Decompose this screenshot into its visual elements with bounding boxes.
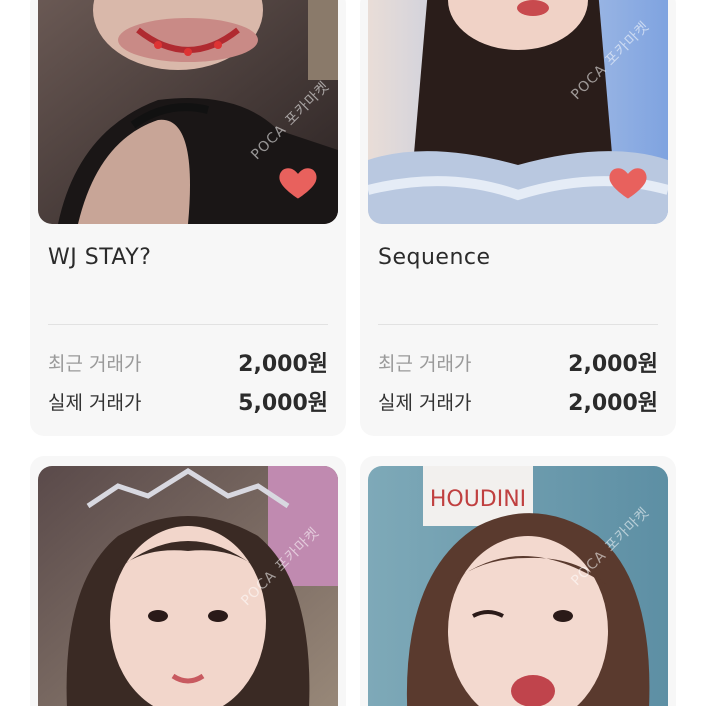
photocard-image[interactable]: HOUDINI POCA 포카마켓	[368, 466, 668, 706]
recent-price-value: 2,000원	[568, 352, 658, 377]
actual-price-label: 실제 거래가	[378, 391, 472, 414]
photocard-item[interactable]: POCA 포카마켓 Sequence 최근 거래가 2,000원 실제 거래가 …	[360, 0, 676, 436]
recent-price-row: 최근 거래가 2,000원	[48, 347, 328, 377]
photocard-image[interactable]: POCA 포카마켓	[38, 466, 338, 706]
actual-price-row: 실제 거래가 5,000원	[48, 386, 328, 416]
photocard-item[interactable]: POCA 포카마켓 WJ STAY? 최근 거래가 2,000원 실제 거래가 …	[30, 0, 346, 436]
divider	[378, 324, 658, 325]
svg-text:HOUDINI: HOUDINI	[430, 487, 526, 512]
photocard-image[interactable]: POCA 포카마켓	[38, 0, 338, 224]
actual-price-row: 실제 거래가 2,000원	[378, 386, 658, 416]
recent-price-label: 최근 거래가	[378, 352, 472, 375]
actual-price-value: 2,000원	[568, 391, 658, 416]
photocard-item[interactable]: POCA 포카마켓	[30, 456, 346, 706]
actual-price-label: 실제 거래가	[48, 391, 142, 414]
card-title: WJ STAY?	[48, 245, 152, 270]
photocard-image[interactable]: POCA 포카마켓	[368, 0, 668, 224]
heart-icon[interactable]	[606, 160, 650, 204]
recent-price-label: 최근 거래가	[48, 352, 142, 375]
photocard-grid: POCA 포카마켓 WJ STAY? 최근 거래가 2,000원 실제 거래가 …	[0, 0, 706, 706]
photocard-item[interactable]: HOUDINI POCA 포카마켓	[360, 456, 676, 706]
actual-price-value: 5,000원	[238, 391, 328, 416]
recent-price-row: 최근 거래가 2,000원	[378, 347, 658, 377]
card-title: Sequence	[378, 245, 491, 270]
recent-price-value: 2,000원	[238, 352, 328, 377]
divider	[48, 324, 328, 325]
heart-icon[interactable]	[276, 160, 320, 204]
